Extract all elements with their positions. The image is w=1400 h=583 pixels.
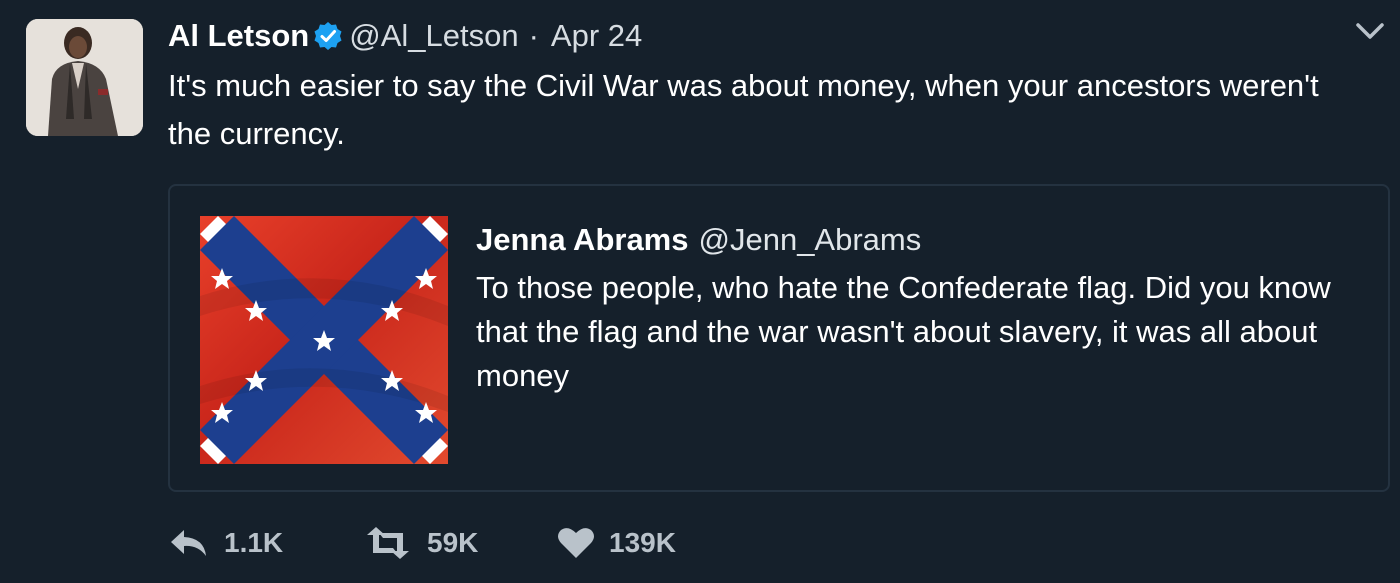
- quoted-author-name[interactable]: Jenna Abrams: [476, 222, 689, 257]
- reply-button[interactable]: 1.1K: [168, 527, 363, 559]
- tweet-actions: 1.1K 59K 139K: [168, 521, 676, 565]
- author-handle[interactable]: @Al_Letson: [349, 18, 518, 54]
- retweet-icon: [363, 527, 413, 559]
- retweet-button[interactable]: 59K: [363, 527, 557, 559]
- author-name[interactable]: Al Letson: [168, 18, 309, 54]
- reply-count: 1.1K: [224, 527, 284, 558]
- tweet-header: Al Letson @Al_Letson · Apr 24: [168, 14, 642, 58]
- avatar-photo: [26, 19, 143, 136]
- tweet-date[interactable]: Apr 24: [551, 18, 642, 54]
- verified-badge-icon: [313, 21, 343, 51]
- like-button[interactable]: 139K: [557, 527, 676, 559]
- quoted-tweet-text: To those people, who hate the Confederat…: [476, 270, 1331, 393]
- separator-dot: ·: [528, 18, 539, 53]
- quoted-tweet[interactable]: Jenna Abrams @Jenn_Abrams To those people…: [168, 184, 1390, 492]
- confederate-flag-image: [200, 216, 448, 464]
- tweet: Al Letson @Al_Letson · Apr 24 It's much …: [0, 0, 1400, 583]
- quoted-tweet-image[interactable]: [200, 216, 448, 464]
- chevron-down-icon[interactable]: [1352, 16, 1388, 46]
- heart-icon: [557, 527, 595, 559]
- avatar[interactable]: [26, 19, 143, 136]
- like-count: 139K: [609, 527, 676, 558]
- retweet-count: 59K: [427, 527, 479, 558]
- reply-icon: [168, 527, 210, 559]
- tweet-text: It's much easier to say the Civil War wa…: [168, 68, 1319, 151]
- quoted-author-handle[interactable]: @Jenn_Abrams: [699, 222, 922, 257]
- quoted-tweet-header: Jenna Abrams @Jenn_Abrams: [476, 222, 921, 258]
